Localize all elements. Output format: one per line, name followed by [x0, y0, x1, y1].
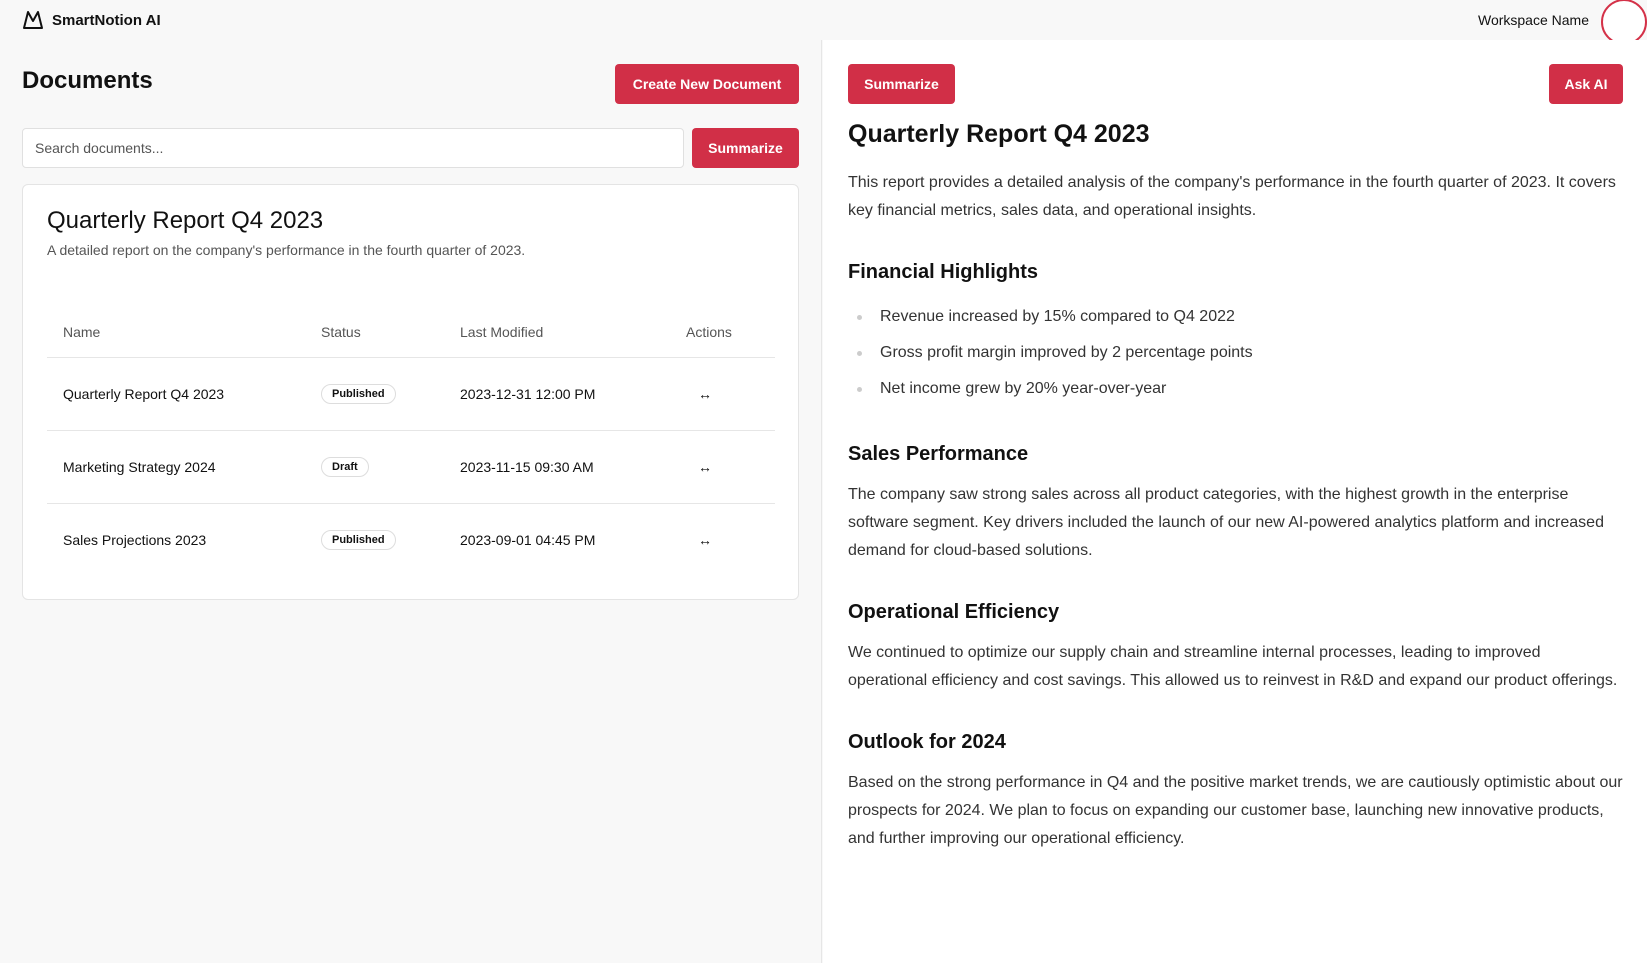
documents-panel: Documents Create New Document Summarize … [0, 40, 822, 963]
column-header-status[interactable]: Status [305, 307, 444, 358]
status-cell: Draft [305, 430, 444, 504]
financial-list: Revenue increased by 15% compared to Q4 … [848, 299, 1623, 407]
status-cell: Published [305, 357, 444, 431]
summarize-button[interactable]: Summarize [692, 128, 799, 168]
document-name[interactable]: Sales Projections 2023 [47, 503, 305, 576]
outlook-paragraph: Based on the strong performance in Q4 an… [848, 774, 1623, 847]
app-name: SmartNotion AI [52, 11, 161, 29]
workspace-name[interactable]: Workspace Name [1478, 12, 1589, 28]
list-item: Net income grew by 20% year-over-year [848, 371, 1623, 407]
section-heading-outlook: Outlook for 2024 [848, 731, 1006, 753]
actions-cell: ↔ [670, 430, 775, 504]
document-name[interactable]: Marketing Strategy 2024 [47, 430, 305, 504]
documents-table: Name Status Last Modified Actions Quarte… [47, 307, 775, 576]
card-subtitle: A detailed report on the company's perfo… [47, 242, 526, 258]
actions-cell: ↔ [670, 357, 775, 431]
section-heading-financial: Financial Highlights [848, 261, 1039, 283]
table-row[interactable]: Sales Projections 2023 Published 2023-09… [47, 503, 775, 576]
table-row[interactable]: Marketing Strategy 2024 Draft 2023-11-15… [47, 430, 775, 504]
section-heading-operations: Operational Efficiency [848, 601, 1060, 623]
last-modified: 2023-09-01 04:45 PM [460, 531, 596, 548]
column-header-actions: Actions [670, 307, 775, 358]
list-item: Revenue increased by 15% compared to Q4 … [848, 299, 1623, 335]
operations-paragraph: We continued to optimize our supply chai… [848, 644, 1618, 689]
section-heading-sales: Sales Performance [848, 443, 1029, 465]
status-cell: Published [305, 503, 444, 576]
last-modified: 2023-11-15 09:30 AM [444, 430, 670, 504]
actions-cell: ↔ [670, 503, 775, 576]
mountain-logo-icon [22, 10, 44, 30]
arrows-horizontal-icon[interactable]: ↔ [698, 386, 712, 402]
column-header-last-modified[interactable]: Last Modified [444, 307, 670, 358]
arrows-horizontal-icon[interactable]: ↔ [698, 532, 712, 548]
status-badge: Draft [321, 456, 369, 477]
status-badge: Published [321, 529, 396, 550]
avatar[interactable] [1601, 0, 1647, 45]
summarize-document-button[interactable]: Summarize [848, 64, 955, 104]
sales-paragraph: The company saw strong sales across all … [848, 486, 1604, 559]
column-header-name[interactable]: Name [47, 307, 305, 358]
table-row[interactable]: Quarterly Report Q4 2023 Published 2023-… [47, 357, 775, 431]
document-title: Quarterly Report Q4 2023 [848, 120, 1150, 148]
document-card: Quarterly Report Q4 2023 A detailed repo… [22, 184, 799, 600]
ask-ai-button[interactable]: Ask AI [1549, 64, 1623, 104]
brand[interactable]: SmartNotion AI [22, 10, 161, 30]
create-document-button[interactable]: Create New Document [615, 64, 799, 104]
status-badge: Published [321, 383, 396, 404]
card-title: Quarterly Report Q4 2023 [47, 207, 324, 234]
document-name[interactable]: Quarterly Report Q4 2023 [47, 357, 305, 431]
document-intro: This report provides a detailed analysis… [848, 174, 1616, 219]
document-viewer: Summarize Ask AI Quarterly Report Q4 202… [823, 40, 1647, 963]
search-input[interactable] [22, 128, 684, 168]
table-header-row: Name Status Last Modified Actions [47, 307, 775, 358]
last-modified: 2023-12-31 12:00 PM [444, 357, 670, 431]
page-title: Documents [22, 67, 153, 94]
document-body: This report provides a detailed analysis… [848, 169, 1623, 853]
arrows-horizontal-icon[interactable]: ↔ [698, 459, 712, 475]
top-bar: SmartNotion AI Workspace Name [0, 0, 1647, 45]
list-item: Gross profit margin improved by 2 percen… [848, 335, 1623, 371]
